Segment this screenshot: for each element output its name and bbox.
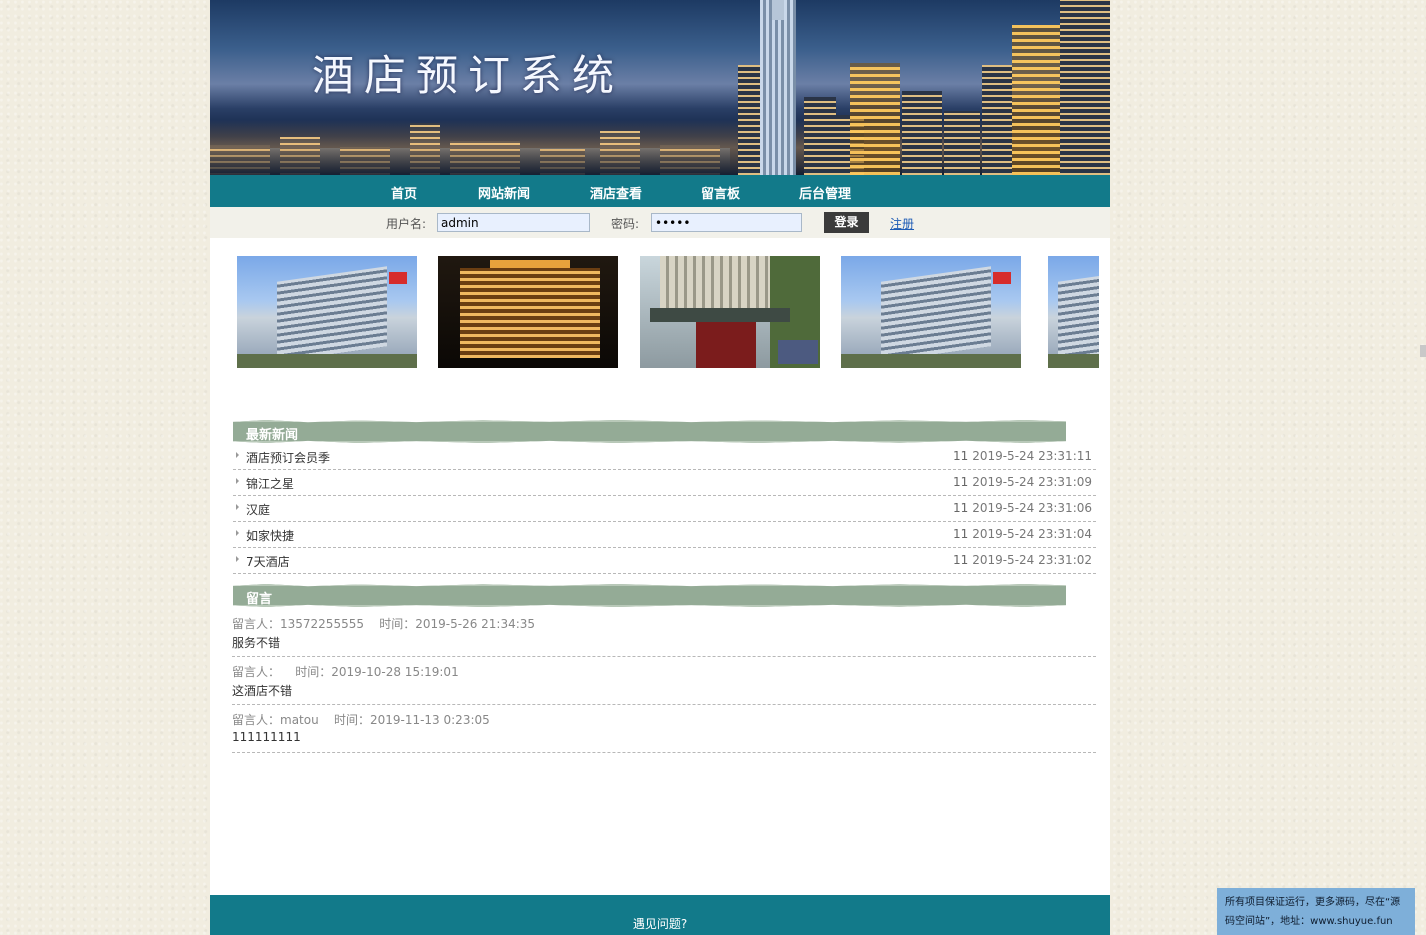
bullet-arrow-icon (236, 504, 239, 510)
hotel-photo[interactable] (237, 256, 417, 368)
nav-guestbook[interactable]: 留言板 (701, 183, 740, 202)
news-title[interactable]: 酒店预订会员季 (246, 449, 330, 466)
notice-text: 所有项目保证运行，更多源码，尽在“源码空间站”，地址：www.shuyue.fu… (1225, 897, 1401, 927)
news-item[interactable]: 酒店预订会员季 11 2019-5-24 23:31:11 (233, 444, 1096, 470)
bullet-arrow-icon (236, 478, 239, 484)
messages-heading: 留言 (246, 592, 273, 607)
username-label: 用户名: (386, 217, 427, 231)
hotel-photo[interactable] (438, 256, 618, 368)
news-view-count: 11 (953, 501, 969, 515)
header-banner: 酒店预订系统 (210, 0, 1110, 175)
news-view-count: 11 (953, 527, 969, 541)
news-view-count: 11 (953, 475, 969, 489)
news-title[interactable]: 如家快捷 (246, 527, 294, 544)
promo-notice: 所有项目保证运行，更多源码，尽在“源码空间站”，地址：www.shuyue.fu… (1217, 888, 1415, 935)
scrollbar-thumb[interactable] (1420, 345, 1426, 357)
login-button[interactable]: 登录 (824, 212, 869, 233)
nav-admin[interactable]: 后台管理 (799, 183, 851, 202)
nav-news[interactable]: 网站新闻 (478, 183, 530, 202)
news-item[interactable]: 汉庭 11 2019-5-24 23:31:06 (233, 496, 1096, 522)
page-container: 酒店预订系统 首页 网站新闻 酒店查看 留言板 后台管理 用户名: 密码: 登录… (210, 0, 1110, 935)
hotel-photo[interactable] (1048, 256, 1099, 368)
message-meta: 留言人：13572255555 时间：2019-5-26 21:34:35 (232, 617, 536, 631)
news-title[interactable]: 7天酒店 (246, 553, 290, 570)
nav-hotels[interactable]: 酒店查看 (590, 183, 642, 202)
news-item[interactable]: 锦江之星 11 2019-5-24 23:31:09 (233, 470, 1096, 496)
main-nav: 首页 网站新闻 酒店查看 留言板 后台管理 (210, 175, 1110, 208)
username-input[interactable] (437, 213, 590, 232)
news-section-header: 最新新闻 (233, 420, 1066, 443)
message-item: 留言人： 时间：2019-10-28 15:19:01 这酒店不错 (232, 657, 1096, 705)
site-title: 酒店预订系统 (312, 51, 625, 100)
hotel-photo[interactable] (841, 256, 1021, 368)
message-body: 111111111 (232, 730, 301, 744)
hotel-photo[interactable] (640, 256, 820, 368)
news-date: 2019-5-24 23:31:04 (972, 527, 1092, 541)
message-meta: 留言人：matou 时间：2019-11-13 0:23:05 (232, 713, 490, 727)
news-title[interactable]: 锦江之星 (246, 475, 294, 492)
login-bar: 用户名: 密码: 登录 注册 (210, 207, 1110, 238)
message-body: 这酒店不错 (232, 684, 293, 698)
news-title[interactable]: 汉庭 (246, 501, 270, 518)
footer-help-link[interactable]: 遇见问题? (210, 915, 1110, 932)
message-item: 留言人：13572255555 时间：2019-5-26 21:34:35 服务… (232, 609, 1096, 657)
register-link[interactable]: 注册 (890, 215, 914, 232)
news-view-count: 11 (953, 553, 969, 567)
message-item: 留言人：matou 时间：2019-11-13 0:23:05 11111111… (232, 705, 1096, 753)
news-date: 2019-5-24 23:31:09 (972, 475, 1092, 489)
password-input[interactable] (651, 213, 802, 232)
bullet-arrow-icon (236, 530, 239, 536)
news-view-count: 11 (953, 449, 969, 463)
nav-home[interactable]: 首页 (391, 183, 417, 202)
news-item[interactable]: 7天酒店 11 2019-5-24 23:31:02 (233, 548, 1096, 574)
messages-section-header: 留言 (233, 584, 1066, 607)
message-meta: 留言人： 时间：2019-10-28 15:19:01 (232, 665, 459, 679)
message-body: 服务不错 (232, 636, 281, 650)
password-label: 密码: (611, 217, 640, 231)
news-date: 2019-5-24 23:31:11 (972, 449, 1092, 463)
news-item[interactable]: 如家快捷 11 2019-5-24 23:31:04 (233, 522, 1096, 548)
bullet-arrow-icon (236, 452, 239, 458)
bullet-arrow-icon (236, 556, 239, 562)
news-heading: 最新新闻 (246, 428, 299, 443)
news-date: 2019-5-24 23:31:02 (972, 553, 1092, 567)
footer: 遇见问题? (210, 895, 1110, 935)
news-date: 2019-5-24 23:31:06 (972, 501, 1092, 515)
